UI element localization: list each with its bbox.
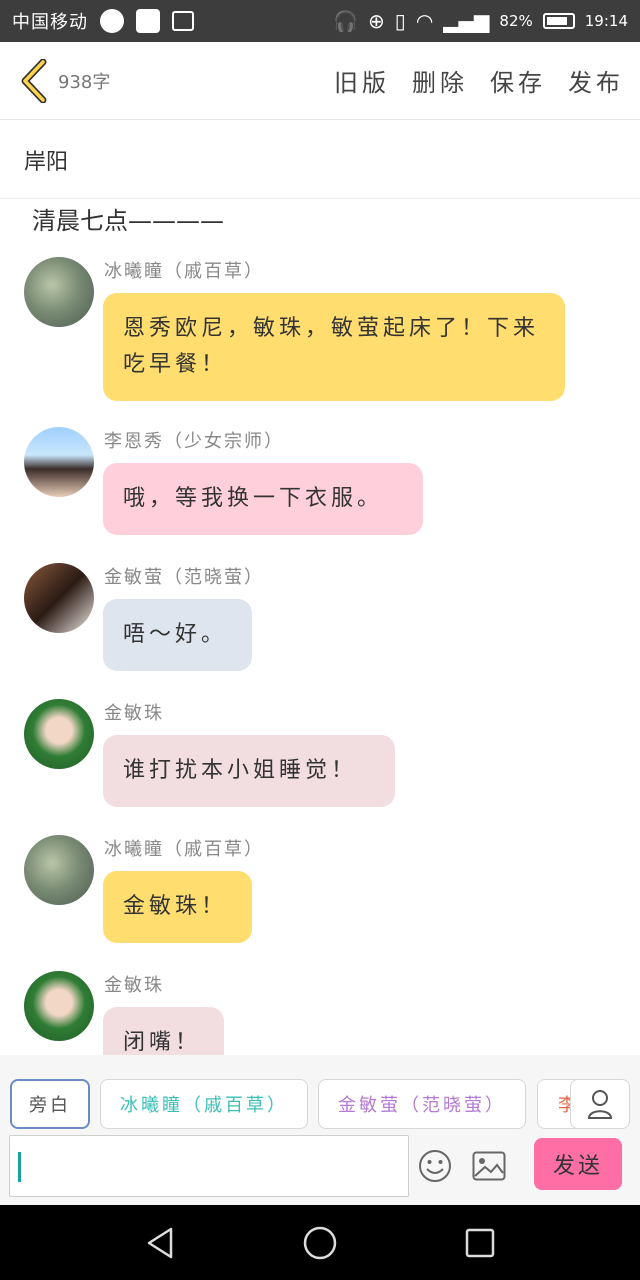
speaker-name: 李恩秀（少女宗师） [104, 431, 284, 452]
message-bubble[interactable]: 谁打扰本小姐睡觉！ [103, 735, 395, 807]
nav-back-icon[interactable] [143, 1225, 179, 1261]
message-input[interactable] [9, 1135, 409, 1197]
app-notification-icon [100, 9, 124, 33]
role-chip-jinminying[interactable]: 金敏萤（范晓萤） [318, 1079, 526, 1129]
system-nav-bar [0, 1205, 640, 1280]
word-count: 938字 [58, 71, 111, 93]
chat-message[interactable]: 金敏珠 谁打扰本小姐睡觉！ [0, 681, 640, 817]
data-saver-icon: ⊕ [368, 9, 385, 33]
emoji-icon[interactable] [418, 1149, 452, 1183]
story-title[interactable]: 岸阳 [24, 144, 68, 176]
message-bubble[interactable]: 唔～好。 [103, 599, 252, 671]
text-caret [18, 1152, 21, 1182]
chat-area[interactable]: 清晨七点———— 冰曦瞳（戚百草） 恩秀欧尼，敏珠，敏萤起床了！下来吃早餐！ 李… [0, 199, 640, 1055]
chat-message[interactable]: 金敏珠 闭嘴！ [0, 953, 640, 1055]
message-bubble[interactable]: 恩秀欧尼，敏珠，敏萤起床了！下来吃早餐！ [103, 293, 565, 401]
role-label: 旁白 [29, 1095, 71, 1116]
add-role-button[interactable] [570, 1079, 630, 1129]
save-button[interactable]: 保存 [490, 63, 546, 98]
message-bubble[interactable]: 金敏珠！ [103, 871, 252, 943]
nav-home-icon[interactable] [302, 1225, 338, 1261]
battery-icon [542, 13, 575, 29]
avatar[interactable] [24, 563, 94, 633]
publish-button[interactable]: 发布 [568, 63, 624, 98]
image-icon[interactable] [472, 1151, 506, 1181]
avatar[interactable] [24, 971, 94, 1041]
status-bar: 中国移动 🎧 ⊕ ▯ ◠ ▂▄▆ 82% 19:14 [0, 0, 640, 42]
app-notification-icon-2 [136, 9, 160, 33]
top-nav: 938字 旧版 删除 保存 发布 [0, 42, 640, 120]
nav-recents-icon[interactable] [462, 1225, 498, 1261]
send-button[interactable]: 发送 [534, 1138, 622, 1190]
role-chip-narrator[interactable]: 旁白 [10, 1079, 90, 1129]
clock: 19:14 [584, 12, 628, 30]
battery-percent: 82% [499, 12, 533, 30]
chat-message[interactable]: 金敏萤（范晓萤） 唔～好。 [0, 545, 640, 681]
chat-message[interactable]: 李恩秀（少女宗师） 哦，等我换一下衣服。 [0, 409, 640, 545]
speaker-name: 冰曦瞳（戚百草） [104, 261, 264, 282]
role-chip-bingxitong[interactable]: 冰曦瞳（戚百草） [100, 1079, 308, 1129]
avatar[interactable] [24, 257, 94, 327]
wifi-icon: ◠ [415, 9, 434, 33]
avatar[interactable] [24, 699, 94, 769]
back-icon[interactable] [16, 58, 52, 103]
story-title-bar[interactable]: 岸阳 [0, 121, 640, 199]
composer: 旁白 冰曦瞳（戚百草） 金敏萤（范晓萤） 李 发送 [0, 1055, 640, 1205]
headphone-icon: 🎧 [333, 9, 359, 33]
role-selector: 旁白 冰曦瞳（戚百草） 金敏萤（范晓萤） 李 [0, 1077, 640, 1131]
speaker-name: 金敏珠 [104, 703, 164, 724]
carrier-label: 中国移动 [12, 12, 88, 33]
narration-text: 清晨七点———— [32, 207, 224, 235]
chat-message[interactable]: 冰曦瞳（戚百草） 金敏珠！ [0, 817, 640, 953]
role-label: 金敏萤（范晓萤） [338, 1095, 506, 1116]
speaker-name: 金敏珠 [104, 975, 164, 996]
avatar[interactable] [24, 427, 94, 497]
gallery-notification-icon [172, 11, 194, 31]
speaker-name: 金敏萤（范晓萤） [104, 567, 264, 588]
person-icon [587, 1090, 613, 1119]
speaker-name: 冰曦瞳（戚百草） [104, 839, 264, 860]
vibrate-icon: ▯ [394, 9, 406, 33]
chat-message[interactable]: 冰曦瞳（戚百草） 恩秀欧尼，敏珠，敏萤起床了！下来吃早餐！ [0, 239, 640, 401]
signal-icon: ▂▄▆ [443, 9, 490, 33]
old-version-button[interactable]: 旧版 [334, 63, 390, 98]
avatar[interactable] [24, 835, 94, 905]
nav-actions: 旧版 删除 保存 发布 [334, 63, 624, 98]
message-bubble[interactable]: 闭嘴！ [103, 1007, 224, 1055]
role-label: 冰曦瞳（戚百草） [120, 1095, 288, 1116]
message-bubble[interactable]: 哦，等我换一下衣服。 [103, 463, 423, 535]
delete-button[interactable]: 删除 [412, 63, 468, 98]
